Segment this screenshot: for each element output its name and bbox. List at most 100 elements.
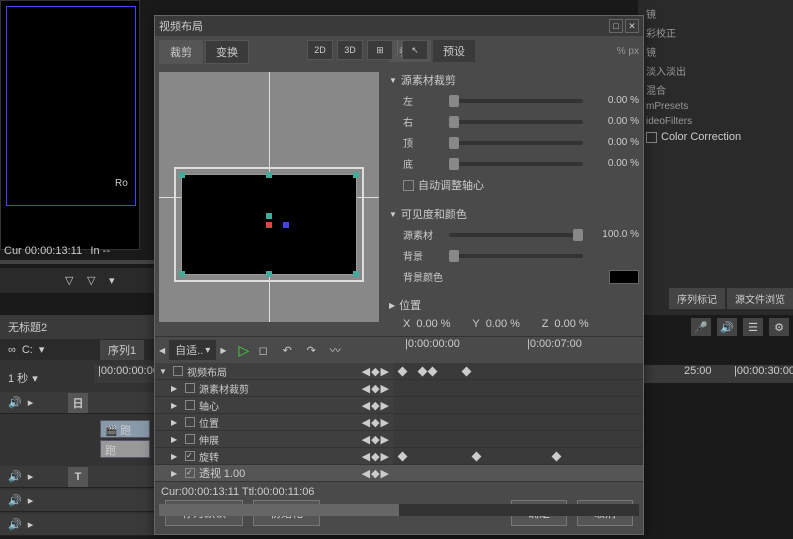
tab-crop[interactable]: 裁剪 xyxy=(159,40,203,64)
param-bottom-slider[interactable] xyxy=(449,162,583,166)
clip[interactable]: 跑 xyxy=(100,440,150,458)
dropdown-icon[interactable]: ▾ xyxy=(39,343,45,356)
keyframe[interactable] xyxy=(472,452,482,462)
z-value[interactable]: 0.00 % xyxy=(554,318,604,330)
auto-center-checkbox[interactable]: 自动调整轴心 xyxy=(389,174,639,196)
pointer-button[interactable]: ↖ xyxy=(402,40,428,60)
keyframe[interactable] xyxy=(418,367,428,377)
resize-handle[interactable] xyxy=(353,271,359,277)
fx-item-check[interactable]: Color Correction xyxy=(642,129,789,145)
layout-preview[interactable] xyxy=(159,72,379,322)
resize-handle[interactable] xyxy=(266,271,272,277)
marker-icon[interactable]: ▽ xyxy=(87,274,101,288)
track-lane[interactable] xyxy=(393,465,643,481)
track-checkbox[interactable] xyxy=(185,383,195,393)
arrow-icon[interactable]: ▸ xyxy=(28,518,34,531)
speaker-icon[interactable]: 🔊 xyxy=(717,318,737,336)
next-kf-button[interactable]: ↷ xyxy=(301,342,321,358)
section-position[interactable]: ▶ 位置 xyxy=(389,295,639,315)
kf-track-perspective[interactable]: ▶ 透视 1.00 ◀◆▶ xyxy=(155,465,643,482)
track-lane[interactable] xyxy=(393,380,643,396)
checkbox-icon[interactable] xyxy=(646,132,657,143)
expand-icon[interactable]: ▶ xyxy=(171,401,181,410)
dialog-titlebar[interactable]: 视频布局 □ ✕ xyxy=(155,16,643,36)
expand-icon[interactable]: ▶ xyxy=(171,469,181,478)
keyframe[interactable] xyxy=(398,452,408,462)
maximize-button[interactable]: □ xyxy=(609,19,623,33)
section-source-crop[interactable]: ▼ 源素材裁剪 xyxy=(389,70,639,90)
expand-icon[interactable]: ▶ xyxy=(171,384,181,393)
param-bottom-value[interactable]: 0.00 % xyxy=(589,158,639,169)
add-kf-icon[interactable]: ◆ xyxy=(371,365,379,378)
fx-item[interactable]: ideoFilters xyxy=(642,114,789,129)
kf-track-crop[interactable]: ▶ 源素材裁剪 ◀◆▶ xyxy=(155,380,643,397)
param-left-value[interactable]: 0.00 % xyxy=(589,95,639,106)
kf-track-stretch[interactable]: ▶ 伸展 ◀◆▶ xyxy=(155,431,643,448)
kf-ruler[interactable]: |0:00:00:00 |0:00:07:00 xyxy=(397,338,639,358)
center-handle[interactable] xyxy=(266,222,272,228)
speaker-icon[interactable]: 🔊 xyxy=(8,518,22,531)
c-tool-icon[interactable]: C: xyxy=(22,344,33,356)
param-left-slider[interactable] xyxy=(449,99,583,103)
track-checkbox[interactable] xyxy=(185,434,195,444)
param-bg-slider[interactable] xyxy=(449,254,583,258)
video-track[interactable]: 🔊 ▸ 日 xyxy=(0,392,155,414)
expand-icon[interactable]: ▶ xyxy=(171,435,181,444)
dropdown-icon[interactable]: ▾ xyxy=(109,274,123,288)
kf-track-position[interactable]: ▶ 位置 ◀◆▶ xyxy=(155,414,643,431)
tab-seq-marker[interactable]: 序列标记 xyxy=(669,288,725,309)
track-lane[interactable] xyxy=(393,414,643,430)
track-lane[interactable] xyxy=(393,397,643,413)
chevron-right-icon[interactable]: ▶ xyxy=(220,346,226,355)
bg-color-swatch[interactable] xyxy=(609,270,639,284)
track-checkbox[interactable] xyxy=(185,468,195,478)
tab-presets[interactable]: 预设 xyxy=(433,40,475,62)
mode-3d-button[interactable]: 3D xyxy=(337,40,363,60)
param-source-value[interactable]: 100.0 % xyxy=(589,229,639,240)
tool-icon[interactable]: ☰ xyxy=(743,318,763,336)
expand-icon[interactable]: ▶ xyxy=(171,418,181,427)
tab-source-browser[interactable]: 源文件浏览 xyxy=(727,288,793,309)
settings-icon[interactable]: ⚙ xyxy=(769,318,789,336)
close-button[interactable]: ✕ xyxy=(625,19,639,33)
speaker-icon[interactable]: 🔊 xyxy=(8,494,22,507)
track-checkbox[interactable] xyxy=(185,400,195,410)
fx-item[interactable]: 镜 xyxy=(642,42,789,61)
y-value[interactable]: 0.00 % xyxy=(486,318,536,330)
fit-dropdown[interactable]: 自适.. ▾ xyxy=(169,340,216,360)
section-visibility[interactable]: ▼ 可见度和颜色 xyxy=(389,204,639,224)
resize-handle[interactable] xyxy=(353,172,359,178)
keyframe[interactable] xyxy=(398,367,408,377)
resize-handle[interactable] xyxy=(179,271,185,277)
resize-handle[interactable] xyxy=(179,172,185,178)
scrollbar-thumb[interactable] xyxy=(159,504,399,516)
marker-icon[interactable]: ▽ xyxy=(65,274,79,288)
mic-icon[interactable]: 🎤 xyxy=(691,318,711,336)
arrow-icon[interactable]: ▸ xyxy=(28,494,34,507)
track-lane[interactable] xyxy=(393,363,643,379)
prev-kf-button[interactable]: ↶ xyxy=(277,342,297,358)
mode-2d-button[interactable]: 2D xyxy=(307,40,333,60)
title-track[interactable]: 🔊 ▸ T xyxy=(0,466,155,488)
x-value[interactable]: 0.00 % xyxy=(416,318,466,330)
clip[interactable]: 🎬 跑 xyxy=(100,420,150,438)
expand-icon[interactable]: ▼ xyxy=(159,367,169,376)
rotate-handle[interactable] xyxy=(283,222,289,228)
param-right-value[interactable]: 0.00 % xyxy=(589,116,639,127)
speaker-icon[interactable]: 🔊 xyxy=(8,470,22,483)
speaker-icon[interactable]: 🔊 xyxy=(8,396,22,409)
handle[interactable] xyxy=(266,213,272,219)
fx-item[interactable]: 镜 xyxy=(642,4,789,23)
sequence-tab[interactable]: 序列1 xyxy=(100,340,144,360)
graph-button[interactable]: 〰 xyxy=(325,342,345,358)
kf-track-root[interactable]: ▼ 视频布局 ◀◆▶ xyxy=(155,363,643,380)
track-checkbox[interactable] xyxy=(185,451,195,461)
fx-item[interactable]: mPresets xyxy=(642,99,789,114)
keyframe[interactable] xyxy=(462,367,472,377)
play-button[interactable]: ▷ xyxy=(238,342,249,359)
audio-track[interactable]: 🔊 ▸ xyxy=(0,490,155,512)
keyframe[interactable] xyxy=(428,367,438,377)
track-checkbox[interactable] xyxy=(173,366,183,376)
param-right-slider[interactable] xyxy=(449,120,583,124)
next-kf-icon[interactable]: ▶ xyxy=(381,365,389,378)
